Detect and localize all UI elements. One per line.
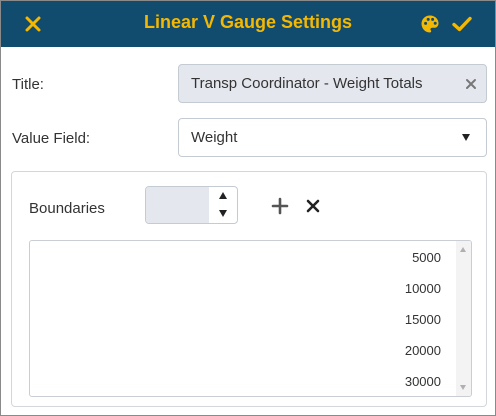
value-field-label: Value Field:: [12, 130, 91, 147]
title-label: Title:: [12, 76, 44, 93]
list-item[interactable]: 5000: [412, 250, 441, 265]
list-item[interactable]: 30000: [405, 374, 441, 389]
scroll-down-icon[interactable]: [460, 385, 466, 390]
boundary-stepper[interactable]: [145, 186, 238, 224]
triangle-down-icon: [219, 210, 227, 217]
gauge-settings-dialog: Linear V Gauge Settings Title: Transp Co…: [0, 0, 496, 416]
boundaries-label: Boundaries: [29, 200, 105, 217]
check-icon[interactable]: [450, 12, 474, 36]
value-field-value: Weight: [191, 129, 238, 146]
scroll-up-icon[interactable]: [460, 247, 466, 252]
list-item[interactable]: 15000: [405, 312, 441, 327]
increment-button[interactable]: [209, 187, 237, 205]
remove-boundary-button[interactable]: [304, 197, 322, 215]
boundaries-panel: Boundaries 5000 10000 15000 20000 30000: [11, 171, 487, 407]
boundaries-list[interactable]: 5000 10000 15000 20000 30000: [29, 240, 472, 397]
close-icon: [306, 199, 320, 213]
decrement-button[interactable]: [209, 205, 237, 223]
list-item[interactable]: 10000: [405, 281, 441, 296]
list-scrollbar[interactable]: [456, 241, 471, 396]
plus-icon: [271, 197, 289, 215]
value-field-select[interactable]: Weight: [178, 118, 487, 157]
list-item[interactable]: 20000: [405, 343, 441, 358]
palette-icon[interactable]: [418, 12, 442, 36]
clear-title-icon[interactable]: [462, 75, 480, 93]
title-field[interactable]: Transp Coordinator - Weight Totals: [178, 64, 487, 103]
boundary-input[interactable]: [146, 187, 209, 223]
triangle-up-icon: [219, 192, 227, 199]
add-boundary-button[interactable]: [270, 196, 290, 216]
title-value: Transp Coordinator - Weight Totals: [191, 75, 423, 92]
chevron-down-icon: [462, 134, 470, 141]
dialog-header: Linear V Gauge Settings: [1, 1, 495, 47]
